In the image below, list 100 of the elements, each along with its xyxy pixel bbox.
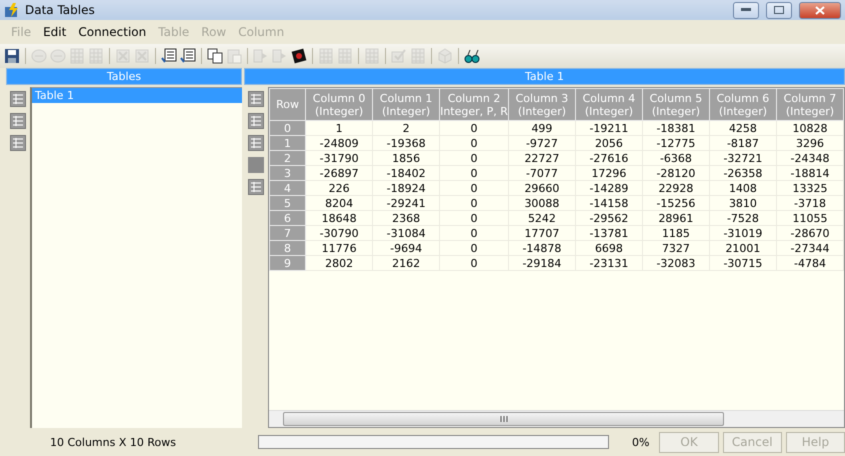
- table-cell: -24348: [776, 150, 844, 166]
- table-cell: -4784: [776, 256, 844, 270]
- table-cell: 0: [440, 196, 508, 210]
- table-cell: -14289: [575, 180, 642, 196]
- row-number[interactable]: 9: [270, 256, 306, 270]
- column-header[interactable]: Column 4 (Integer): [575, 88, 642, 120]
- row-number[interactable]: 2: [270, 150, 306, 166]
- table-cell: -28670: [776, 226, 844, 240]
- table-cell: 22928: [642, 180, 710, 196]
- table-cell: 1: [306, 120, 373, 136]
- table-cell: 0: [440, 226, 508, 240]
- table-cell: 17296: [575, 166, 642, 180]
- table-cell: -18402: [372, 166, 440, 180]
- maximize-icon: [774, 6, 784, 14]
- table-icon[interactable]: [10, 91, 26, 107]
- copy-icon[interactable]: [207, 48, 223, 64]
- table-cell: -27344: [776, 240, 844, 256]
- maximize-button[interactable]: [766, 2, 792, 18]
- table-cell: 4258: [709, 120, 776, 136]
- table-cell: -18924: [372, 180, 440, 196]
- table-cell: 2162: [372, 256, 440, 270]
- table-cell: -26358: [709, 166, 776, 180]
- table-cell: 3810: [709, 196, 776, 210]
- table-cell: 22727: [508, 150, 576, 166]
- table-cell: -7077: [508, 166, 576, 180]
- minimize-button[interactable]: [733, 2, 759, 18]
- table-cell: 29660: [508, 180, 576, 196]
- row-number[interactable]: 0: [270, 120, 306, 136]
- table-cell: -31790: [306, 150, 373, 166]
- status-text: 10 Columns X 10 Rows: [48, 436, 177, 448]
- table-cell: -12775: [642, 136, 710, 150]
- close-button[interactable]: [799, 2, 841, 18]
- table-icon[interactable]: [10, 135, 26, 151]
- table-cell: 6698: [575, 240, 642, 256]
- table-cell: -32083: [642, 256, 710, 270]
- column-header[interactable]: Column 3 (Integer): [508, 88, 576, 120]
- row-number[interactable]: 6: [270, 210, 306, 226]
- table-cell: 1408: [709, 180, 776, 196]
- table-cell: 17707: [508, 226, 576, 240]
- table-cell: 0: [440, 210, 508, 226]
- menu-item[interactable]: Connection: [73, 25, 152, 39]
- table-cell: 0: [440, 256, 508, 270]
- table-cell: 2: [372, 120, 440, 136]
- column-header[interactable]: Column 2 Integer, P, R: [440, 88, 508, 120]
- table-cell: 0: [440, 120, 508, 136]
- table-cell: 11776: [306, 240, 373, 256]
- row-number[interactable]: 8: [270, 240, 306, 256]
- table-cell: -9694: [372, 240, 440, 256]
- binoculars-icon[interactable]: [464, 48, 480, 64]
- card-icon[interactable]: [291, 48, 307, 64]
- table-cell: 2802: [306, 256, 373, 270]
- column-header[interactable]: Column 6 (Integer): [709, 88, 776, 120]
- column-header[interactable]: Column 1 (Integer): [372, 88, 440, 120]
- app-icon: [4, 2, 20, 18]
- table-cell: -29241: [372, 196, 440, 210]
- column-header[interactable]: Column 5 (Integer): [642, 88, 710, 120]
- table-cell: -24809: [306, 136, 373, 150]
- table-cell: -6368: [642, 150, 710, 166]
- table-cell: 2056: [575, 136, 642, 150]
- grip-icon: [500, 416, 508, 422]
- progress-reading: 0%: [631, 436, 650, 448]
- column-header[interactable]: Column 7 (Integer): [776, 88, 844, 120]
- table-cell: 0: [440, 166, 508, 180]
- panel-header: Table 1: [244, 68, 845, 85]
- table-cell: 2368: [372, 210, 440, 226]
- table-cell: 0: [440, 136, 508, 150]
- table-cell: 28961: [642, 210, 710, 226]
- list-item[interactable]: Table 1: [32, 88, 242, 103]
- table-cell: 18648: [306, 210, 373, 226]
- list-icon[interactable]: [161, 48, 177, 64]
- table-cell: -9727: [508, 136, 576, 150]
- row-number[interactable]: 4: [270, 180, 306, 196]
- table-cell: -32721: [709, 150, 776, 166]
- table-cell: 13325: [776, 180, 844, 196]
- table-cell: -23131: [575, 256, 642, 270]
- column-header[interactable]: Row: [270, 88, 306, 120]
- row-number[interactable]: 7: [270, 226, 306, 240]
- save-icon[interactable]: [4, 48, 20, 64]
- table-cell: -31084: [372, 226, 440, 240]
- table-cell: 226: [306, 180, 373, 196]
- table-icon[interactable]: [10, 113, 26, 129]
- table-cell: -28120: [642, 166, 710, 180]
- table-cell: -18381: [642, 120, 710, 136]
- column-header[interactable]: Column 0 (Integer): [306, 88, 373, 120]
- list-icon[interactable]: [180, 48, 196, 64]
- row-number[interactable]: 3: [270, 166, 306, 180]
- table-cell: -15256: [642, 196, 710, 210]
- table-cell: 11055: [776, 210, 844, 226]
- table-cell: 499: [508, 120, 576, 136]
- row-number[interactable]: 5: [270, 196, 306, 210]
- table-cell: -26897: [306, 166, 373, 180]
- table-cell: 1856: [372, 150, 440, 166]
- table-cell: 10828: [776, 120, 844, 136]
- menu-item[interactable]: Edit: [38, 25, 72, 39]
- row-number[interactable]: 1: [270, 136, 306, 150]
- table-cell: 7327: [642, 240, 710, 256]
- horizontal-scrollbar[interactable]: [269, 410, 844, 427]
- table-cell: -30790: [306, 226, 373, 240]
- table-cell: -18814: [776, 166, 844, 180]
- table-cell: -13781: [575, 226, 642, 240]
